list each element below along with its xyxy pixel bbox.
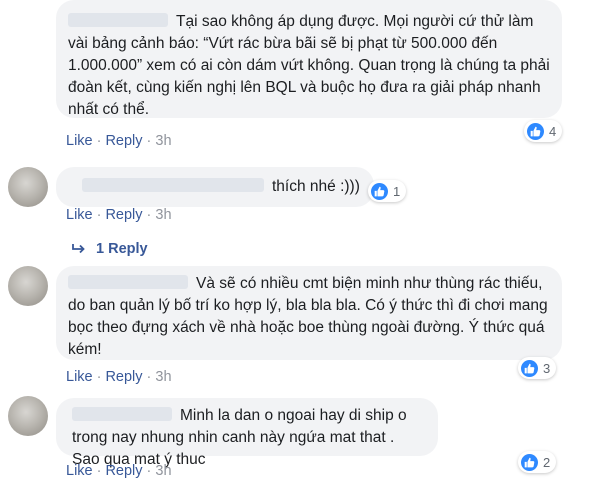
reaction-count[interactable]: 3 xyxy=(518,357,557,379)
comment-bubble: Minh la dan o ngoai hay di ship o trong … xyxy=(56,398,438,468)
reaction-number: 4 xyxy=(549,123,557,139)
comment-actions: Like · Reply · 3h xyxy=(66,133,172,149)
reply-link[interactable]: Reply xyxy=(105,369,142,385)
comment-text: Tại sao không áp dụng được. Mọi người cứ… xyxy=(68,13,550,118)
timestamp[interactable]: 3h xyxy=(155,369,171,385)
comment-bubble: Tại sao không áp dụng được. Mọi người cứ… xyxy=(56,0,562,118)
reply-link[interactable]: Reply xyxy=(105,133,142,149)
like-link[interactable]: Like xyxy=(66,369,93,385)
thumbs-up-icon xyxy=(521,453,538,471)
timestamp[interactable]: 3h xyxy=(155,207,171,223)
thumbs-up-icon xyxy=(371,182,388,200)
like-link[interactable]: Like xyxy=(66,133,93,149)
comment-bubble: Và sẽ có nhiều cmt biện minh như thùng r… xyxy=(56,266,562,360)
replies-label: 1 Reply xyxy=(96,241,148,257)
avatar[interactable] xyxy=(8,167,48,207)
comment-actions: Like · Reply · 3h xyxy=(66,463,172,479)
reaction-number: 1 xyxy=(393,183,401,199)
view-replies-link[interactable]: 1 Reply xyxy=(72,241,148,257)
thumbs-up-icon xyxy=(521,359,538,377)
timestamp[interactable]: 3h xyxy=(155,133,171,149)
comment-actions: Like · Reply · 3h xyxy=(66,369,172,385)
timestamp[interactable]: 3h xyxy=(155,463,171,479)
avatar[interactable] xyxy=(8,396,48,436)
comment-text: thích nhé :))) xyxy=(272,178,360,195)
like-link[interactable]: Like xyxy=(66,463,93,479)
like-link[interactable]: Like xyxy=(66,207,93,223)
blurred-author-name xyxy=(68,275,188,289)
reaction-count[interactable]: 4 xyxy=(524,120,563,142)
comment-actions: Like · Reply · 3h xyxy=(66,207,172,223)
blurred-author-name xyxy=(72,407,172,421)
thumbs-up-icon xyxy=(527,122,544,140)
reaction-number: 3 xyxy=(543,360,551,376)
blurred-author-name xyxy=(68,13,168,27)
reply-link[interactable]: Reply xyxy=(105,463,142,479)
reply-arrow-icon xyxy=(72,244,85,254)
blurred-author-name xyxy=(82,178,264,192)
reaction-number: 2 xyxy=(543,454,551,470)
reaction-count[interactable]: 1 xyxy=(368,180,407,202)
comment-bubble: thích nhé :))) xyxy=(56,167,374,207)
reply-link[interactable]: Reply xyxy=(105,207,142,223)
avatar[interactable] xyxy=(8,266,48,306)
reaction-count[interactable]: 2 xyxy=(518,451,557,473)
